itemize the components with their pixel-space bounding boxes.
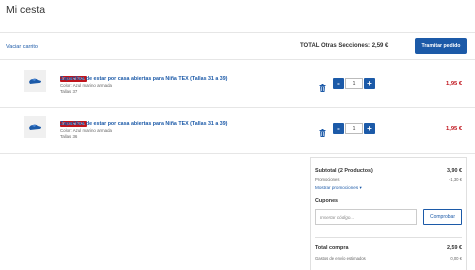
quantity-input[interactable]: 1 bbox=[345, 123, 363, 134]
plus-icon[interactable]: + bbox=[364, 78, 375, 89]
shipping-label: Gastos de envío estimados bbox=[315, 256, 366, 261]
product-name-link[interactable]: Zapatillas de estar por casa abiertas pa… bbox=[60, 121, 227, 127]
shipping-value: 0,00 € bbox=[450, 256, 462, 261]
other-sections-label: TOTAL Otras Secciones: bbox=[300, 43, 371, 49]
show-promotions-label: Mostrar promociones bbox=[315, 185, 359, 190]
promotions-label: Promociones bbox=[315, 177, 340, 182]
slipper-image bbox=[29, 78, 41, 84]
product-size: Tallas 36 bbox=[60, 133, 78, 139]
product-details: Color: Azul marino armada Tallas 36 bbox=[60, 128, 112, 139]
item-price: 1,95 € bbox=[446, 126, 463, 132]
quantity-input[interactable]: 1 bbox=[345, 78, 363, 89]
trash-icon[interactable] bbox=[319, 124, 326, 142]
chevron-down-icon: ▾ bbox=[359, 185, 362, 190]
total-label: Total compra bbox=[315, 245, 349, 251]
product-details: Color: Azul marino armada Tallas 37 bbox=[60, 83, 112, 94]
product-color: Color: Azul marino armada bbox=[60, 83, 112, 88]
product-color: Color: Azul marino armada bbox=[60, 128, 112, 133]
slipper-image bbox=[29, 124, 41, 130]
page-title: Mi cesta bbox=[6, 4, 46, 16]
cart-toolbar bbox=[0, 32, 475, 60]
subtotal-label: Subtotal (2 Productos) bbox=[315, 168, 373, 174]
trash-icon[interactable] bbox=[319, 79, 326, 97]
minus-icon[interactable]: - bbox=[333, 78, 344, 89]
product-image[interactable] bbox=[24, 116, 46, 138]
coupon-input[interactable]: Insertar código... bbox=[315, 209, 417, 225]
show-promotions-link[interactable]: Mostrar promociones ▾ bbox=[315, 185, 362, 191]
total-value: 2,59 € bbox=[447, 245, 462, 251]
quantity-stepper: - 1 + bbox=[333, 78, 375, 89]
promotions-value: -1,30 € bbox=[448, 177, 462, 182]
item-price: 1,95 € bbox=[446, 81, 463, 87]
other-sections-value: 2,59 € bbox=[371, 43, 389, 49]
checkout-button[interactable]: Tramitar pedido bbox=[415, 38, 467, 54]
product-size: Tallas 37 bbox=[60, 88, 78, 94]
plus-icon[interactable]: + bbox=[364, 123, 375, 134]
subtotal-value: 3,90 € bbox=[447, 168, 462, 174]
product-name-link[interactable]: Zapatillas de estar por casa abiertas pa… bbox=[60, 76, 227, 82]
product-image[interactable] bbox=[24, 70, 46, 92]
quantity-stepper: - 1 + bbox=[333, 123, 375, 134]
summary-divider bbox=[315, 237, 462, 238]
check-coupon-button[interactable]: Comprobar bbox=[423, 209, 462, 225]
other-sections-total: TOTAL Otras Secciones: 2,59 € bbox=[300, 43, 388, 49]
empty-cart-link[interactable]: Vaciar carrito bbox=[6, 44, 38, 50]
coupons-label: Cupones bbox=[315, 198, 339, 204]
minus-icon[interactable]: - bbox=[333, 123, 344, 134]
